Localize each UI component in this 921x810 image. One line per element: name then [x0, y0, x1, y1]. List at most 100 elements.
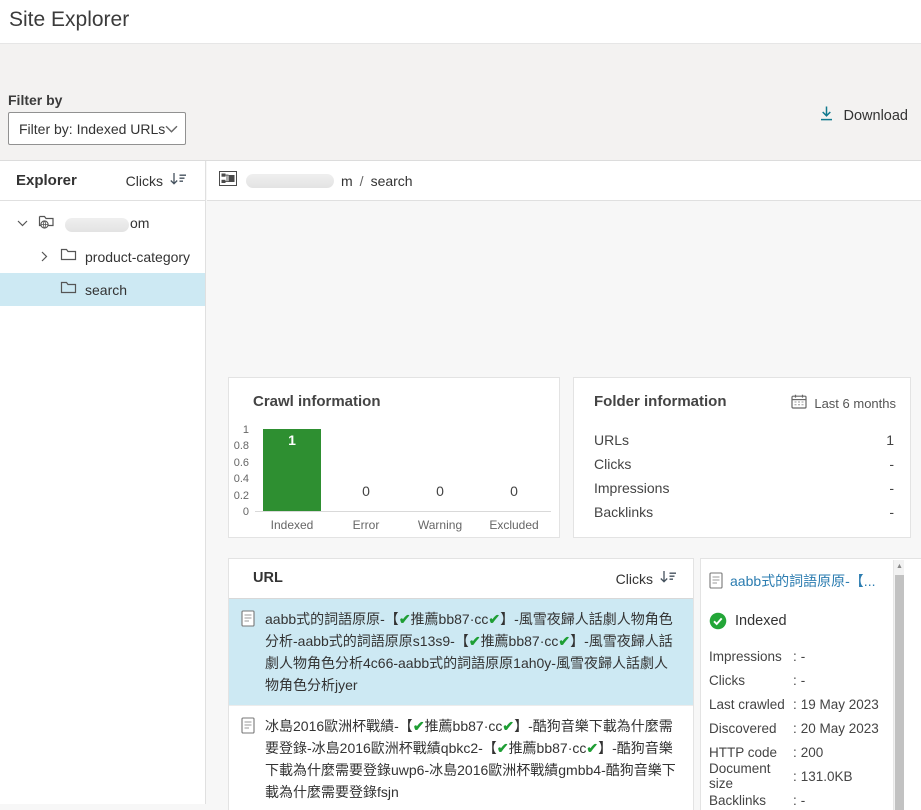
bar-value-label: 1	[263, 429, 321, 448]
detail-url-title: aabb式的詞語原原-【...	[709, 571, 892, 594]
folder-icon	[60, 280, 77, 299]
filter-band: Filter by Filter by: Indexed URLs Downlo…	[0, 45, 921, 160]
page-title: Site Explorer	[9, 8, 129, 32]
stat-label: Impressions	[709, 649, 793, 664]
stat-label: Clicks	[709, 673, 793, 688]
scrollbar-thumb[interactable]	[895, 575, 904, 810]
detail-stat-row: Clicks:-	[709, 668, 892, 692]
explorer-sort-clicks[interactable]: Clicks	[126, 172, 187, 189]
detail-url-link[interactable]: aabb式的詞語原原-【...	[730, 571, 875, 591]
stat-value: 19 May 2023	[801, 697, 879, 712]
date-range-label: Last 6 months	[814, 396, 896, 411]
stat-value: -	[801, 793, 806, 808]
url-row[interactable]: aabb式的詞語原原-【✔推薦bb87·cc✔】-風雪夜歸人話劇人物角色分析-a…	[229, 599, 693, 706]
sitemap-icon	[219, 171, 237, 191]
check-icon: ✔	[469, 633, 481, 649]
stat-label: Backlinks	[594, 504, 653, 520]
x-category-label: Warning	[418, 518, 462, 532]
scroll-up-icon[interactable]: ▲	[894, 563, 905, 570]
chevron-down-icon	[165, 120, 178, 138]
bar-value-label: 0	[362, 483, 370, 499]
stat-value: 131.0KB	[801, 769, 853, 784]
x-category-label: Error	[353, 518, 380, 532]
breadcrumb-current[interactable]: search	[371, 173, 413, 189]
url-text: 冰島2016歐洲杯戰績-【✔推薦bb87·cc✔】-酷狗音樂下載為什麼需要登錄-…	[265, 715, 681, 803]
check-icon: ✔	[488, 611, 500, 627]
explorer-header: Explorer Clicks	[0, 161, 205, 201]
date-range[interactable]: Last 6 months	[791, 394, 896, 412]
check-icon: ✔	[502, 718, 514, 734]
folder-stat-row: Backlinks -	[594, 500, 894, 524]
url-table-header: URL Clicks	[229, 559, 693, 599]
document-icon	[241, 717, 255, 739]
download-button[interactable]: Download	[818, 105, 909, 126]
clicks-sort-button[interactable]: Clicks	[616, 570, 677, 587]
download-label: Download	[844, 108, 909, 124]
redacted-domain	[65, 218, 129, 232]
url-row[interactable]: 冰島2016歐洲杯戰績-【✔推薦bb87·cc✔】-酷狗音樂下載為什麼需要登錄-…	[229, 706, 693, 810]
stat-value: 1	[886, 432, 894, 448]
index-status-label: Indexed	[735, 613, 787, 629]
y-tick-label: 0	[243, 506, 249, 518]
x-category-label: Excluded	[489, 518, 538, 532]
url-detail-panel: aabb式的詞語原原-【... Indexed Impressions:- Cl…	[700, 558, 921, 810]
folder-stat-row: Impressions -	[594, 476, 894, 500]
url-text: aabb式的詞語原原-【✔推薦bb87·cc✔】-風雪夜歸人話劇人物角色分析-a…	[265, 608, 681, 696]
document-icon	[241, 610, 255, 632]
download-icon	[818, 105, 835, 126]
chevron-right-icon[interactable]	[38, 251, 50, 262]
stat-value: -	[889, 504, 894, 520]
x-category-label: Indexed	[271, 518, 314, 532]
detail-scrollbar[interactable]: ▲ ▼	[893, 560, 904, 810]
stat-label: HTTP code	[709, 745, 793, 760]
clicks-sort-label: Clicks	[616, 571, 653, 587]
filter-dropdown-value: Filter by: Indexed URLs	[19, 121, 165, 137]
site-explorer-page: Site Explorer Filter by Filter by: Index…	[0, 0, 921, 810]
stat-value: 20 May 2023	[801, 721, 879, 736]
bar-value-label: 0	[436, 483, 444, 499]
stat-value: 200	[801, 745, 824, 760]
index-status: Indexed	[709, 612, 892, 630]
check-icon: ✔	[497, 740, 509, 756]
stat-label: Discovered	[709, 721, 793, 736]
detail-stat-row: Document size:131.0KB	[709, 764, 892, 788]
site-root-icon	[38, 213, 57, 234]
stat-label: Clicks	[594, 456, 631, 472]
detail-stat-row: Backlinks:-	[709, 788, 892, 810]
filter-dropdown[interactable]: Filter by: Indexed URLs	[8, 112, 186, 145]
crawl-card-title: Crawl information	[253, 393, 381, 410]
tree-item-label: product-category	[85, 249, 190, 265]
tree-root-label: om	[65, 215, 149, 231]
stat-value: -	[889, 456, 894, 472]
stat-value: -	[889, 480, 894, 496]
tree-root-site[interactable]: om	[0, 207, 205, 240]
redacted-domain[interactable]	[246, 174, 334, 188]
folder-information-card: Folder information Last 6 months URLs 1 C…	[573, 377, 911, 538]
check-icon: ✔	[413, 718, 425, 734]
explorer-tree: om product-category search	[0, 201, 205, 306]
chevron-down-icon[interactable]	[16, 220, 28, 227]
sort-clicks-label: Clicks	[126, 173, 163, 189]
tree-item-product-category[interactable]: product-category	[0, 240, 205, 273]
sort-descending-icon	[169, 172, 187, 189]
chart-y-axis: 00.20.40.60.81	[229, 430, 253, 512]
bar-indexed: 1	[263, 429, 321, 511]
filter-by-label: Filter by	[8, 92, 62, 108]
sort-descending-icon	[659, 570, 677, 587]
main-panel: Explorer Clicks om	[0, 160, 921, 810]
breadcrumb-domain-suffix[interactable]: m	[341, 173, 353, 189]
url-column-header: URL	[253, 570, 283, 586]
stat-label: Document size	[709, 761, 793, 791]
page-header: Site Explorer	[0, 0, 921, 44]
detail-stat-row: Last crawled:19 May 2023	[709, 692, 892, 716]
check-icon: ✔	[558, 633, 570, 649]
y-tick-label: 0.2	[234, 490, 249, 502]
crawl-bar-chart: Indexed1Error0Warning0Excluded0	[255, 430, 551, 512]
folder-card-title: Folder information	[594, 393, 727, 410]
tree-item-search[interactable]: search	[0, 273, 205, 306]
stat-label: URLs	[594, 432, 629, 448]
document-icon	[709, 572, 723, 594]
explorer-panel: Explorer Clicks om	[0, 161, 206, 804]
stat-label: Impressions	[594, 480, 669, 496]
calendar-icon	[791, 394, 807, 412]
